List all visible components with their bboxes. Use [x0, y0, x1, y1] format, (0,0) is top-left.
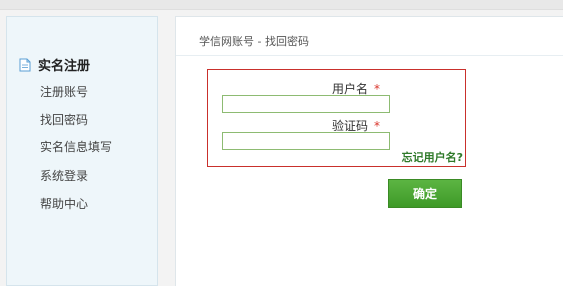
- captcha-label: 验证码: [332, 119, 369, 133]
- sidebar: 实名注册 注册账号 找回密码 实名信息填写 系统登录 帮助中心: [6, 16, 158, 286]
- document-icon: [19, 58, 31, 71]
- sidebar-item-help-center[interactable]: 帮助中心: [40, 195, 88, 212]
- forgot-username-link[interactable]: 忘记用户名?: [402, 149, 463, 165]
- username-label: 用户名: [332, 82, 369, 96]
- breadcrumb: 学信网账号 - 找回密码: [199, 35, 309, 48]
- confirm-button[interactable]: 确定: [388, 179, 462, 208]
- sidebar-item-find-password[interactable]: 找回密码: [40, 111, 88, 128]
- username-input[interactable]: [222, 95, 390, 113]
- sidebar-item-register-account[interactable]: 注册账号: [40, 83, 88, 100]
- divider: [176, 55, 563, 56]
- sidebar-heading: 实名注册: [19, 55, 90, 74]
- captcha-required-mark: *: [374, 119, 381, 133]
- sidebar-item-realname-info[interactable]: 实名信息填写: [40, 138, 112, 155]
- captcha-input[interactable]: [222, 132, 390, 150]
- sidebar-heading-label: 实名注册: [38, 59, 91, 74]
- top-bar: [0, 0, 563, 10]
- main-panel: 学信网账号 - 找回密码 用户名 * 验证码 * 忘记用户名? 确定: [175, 16, 563, 286]
- username-required-mark: *: [374, 82, 381, 96]
- sidebar-item-system-login[interactable]: 系统登录: [40, 167, 88, 184]
- find-password-form: 用户名 * 验证码 * 忘记用户名?: [207, 69, 466, 167]
